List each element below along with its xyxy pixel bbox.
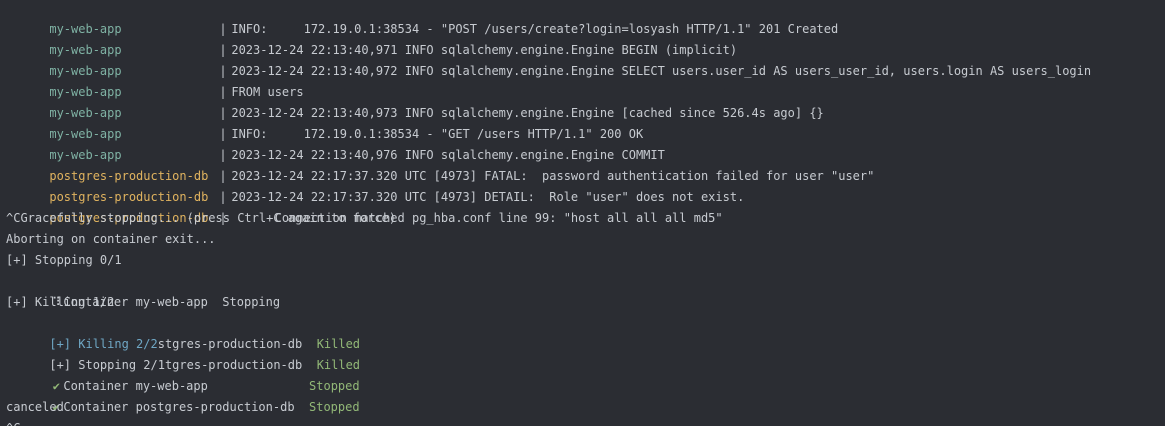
log-separator: |	[219, 127, 227, 141]
log-message: INFO: 172.19.0.1:38534 - "POST /users/cr…	[231, 22, 839, 36]
check-icon: ✔	[52, 379, 60, 393]
log-separator: |	[219, 22, 227, 36]
container-status-line: ⠹ Container my-web-app Stopping	[6, 271, 1091, 309]
log-message: 2023-12-24 22:13:40,972 INFO sqlalchemy.…	[231, 64, 1092, 78]
log-message: INFO: 172.19.0.1:38534 - "GET /users HTT…	[231, 127, 644, 141]
service-name: postgres-production-db	[49, 190, 209, 204]
progress-line: [+] Killing 2/2stgres-production-db Kill…	[6, 313, 1091, 351]
status-badge: Stopped	[309, 400, 360, 414]
log-separator: |	[219, 85, 227, 99]
log-message: 2023-12-24 22:17:37.320 UTC [4973] FATAL…	[231, 169, 875, 183]
service-name: my-web-app	[49, 127, 122, 141]
log-message: 2023-12-24 22:13:40,973 INFO sqlalchemy.…	[231, 106, 824, 120]
service-name: my-web-app	[49, 148, 122, 162]
log-separator: |	[219, 190, 227, 204]
log-line: my-web-app | INFO: 172.19.0.1:38534 - "POS…	[6, 0, 1091, 36]
status-badge: Killed	[316, 337, 361, 351]
status-badge: Stopped	[309, 379, 360, 393]
status-badge: Killed	[316, 358, 361, 372]
log-message: FROM users	[231, 85, 304, 99]
log-separator: |	[219, 148, 227, 162]
container-name: Container postgres-production-db	[63, 400, 295, 414]
log-message: 2023-12-24 22:13:40,976 INFO sqlalchemy.…	[231, 148, 665, 162]
overlapped-container-name: stgres-production-db	[157, 337, 303, 351]
log-separator: |	[219, 43, 227, 57]
terminal-output: my-web-app | INFO: 172.19.0.1:38534 - "POS…	[6, 0, 1091, 426]
progress-label: [+] Stopping 2/1	[49, 358, 165, 372]
terminal-window[interactable]: my-web-app | INFO: 172.19.0.1:38534 - "POS…	[0, 0, 1165, 426]
service-name: my-web-app	[49, 22, 122, 36]
log-separator: |	[219, 106, 227, 120]
log-message: 2023-12-24 22:13:40,971 INFO sqlalchemy.…	[231, 43, 738, 57]
container-name: Container my-web-app	[63, 379, 208, 393]
service-name: my-web-app	[49, 106, 122, 120]
prompt-line: ^C	[6, 418, 1091, 426]
log-message: 2023-12-24 22:17:37.320 UTC [4973] DETAI…	[231, 190, 745, 204]
service-name: my-web-app	[49, 43, 122, 57]
service-name: my-web-app	[49, 64, 122, 78]
progress-label: [+] Killing 2/2	[49, 337, 158, 351]
progress-line: [+] Stopping 0/1	[6, 253, 122, 267]
aborting-line: Aborting on container exit...	[6, 232, 216, 246]
log-separator: |	[219, 64, 227, 78]
service-name: postgres-production-db	[49, 169, 209, 183]
log-separator: |	[219, 169, 227, 183]
service-name: my-web-app	[49, 85, 122, 99]
overlapped-container-name: tgres-production-db	[164, 358, 303, 372]
